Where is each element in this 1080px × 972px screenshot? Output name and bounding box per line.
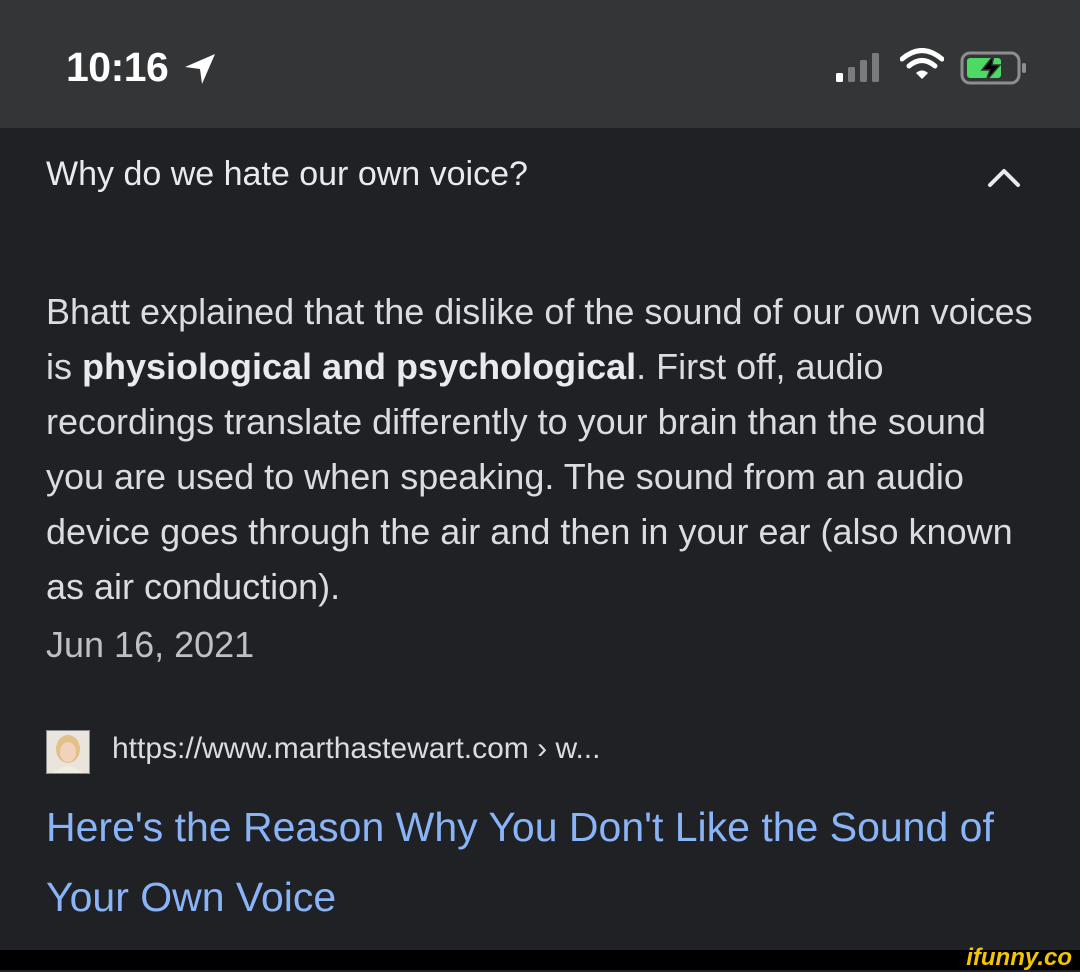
status-bar: 10:16 bbox=[0, 0, 1080, 128]
answer-date: Jun 16, 2021 bbox=[46, 624, 255, 665]
battery-charging-icon bbox=[960, 51, 1028, 90]
source-url[interactable]: https://www.marthastewart.com › w... bbox=[112, 732, 600, 766]
chevron-up-icon[interactable] bbox=[987, 166, 1021, 193]
bottom-strip bbox=[0, 950, 1080, 970]
question-header[interactable]: Why do we hate our own voice? bbox=[46, 155, 528, 194]
location-arrow-icon bbox=[183, 52, 217, 91]
ifunny-watermark: ifunny.co bbox=[966, 944, 1072, 971]
result-title-link[interactable]: Here's the Reason Why You Don't Like the… bbox=[46, 792, 1026, 932]
source-favicon bbox=[46, 730, 90, 774]
status-time: 10:16 bbox=[66, 44, 169, 90]
answer-bold-text: physiological and psychological bbox=[82, 346, 637, 387]
cellular-signal-icon bbox=[836, 53, 884, 88]
answer-snippet: Bhatt explained that the dislike of the … bbox=[46, 284, 1046, 614]
wifi-icon bbox=[899, 48, 945, 87]
